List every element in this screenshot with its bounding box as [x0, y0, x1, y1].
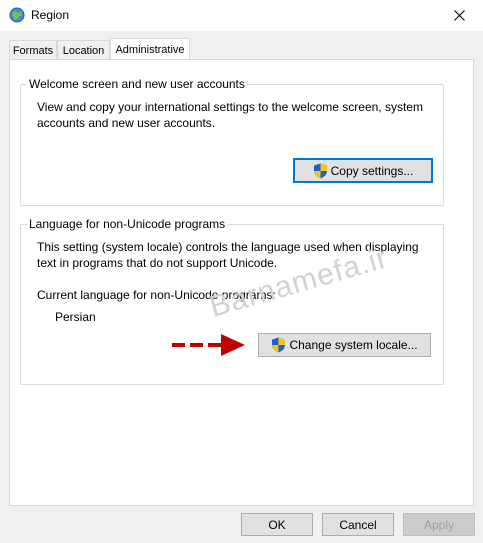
title-bar: Region — [0, 0, 483, 31]
copy-settings-button[interactable]: Copy settings... — [293, 158, 433, 183]
apply-button[interactable]: Apply — [403, 513, 475, 536]
welcome-description-line2: accounts and new user accounts. — [37, 116, 216, 130]
close-button[interactable] — [437, 0, 483, 31]
non-unicode-description-line2: text in programs that do not support Uni… — [37, 256, 278, 270]
tab-formats[interactable]: Formats — [9, 40, 57, 60]
cancel-button[interactable]: Cancel — [322, 513, 394, 536]
uac-shield-icon — [313, 163, 327, 178]
tab-location[interactable]: Location — [57, 40, 110, 60]
red-arrow-annotation — [172, 334, 245, 356]
change-system-locale-button[interactable]: Change system locale... — [258, 333, 431, 357]
current-language-value: Persian — [55, 310, 96, 324]
non-unicode-group-legend: Language for non-Unicode programs — [27, 217, 228, 231]
close-icon — [454, 10, 465, 21]
copy-settings-label: Copy settings... — [330, 163, 414, 178]
uac-shield-icon — [272, 337, 286, 353]
welcome-description-line1: View and copy your international setting… — [37, 100, 423, 114]
ok-button[interactable]: OK — [241, 513, 313, 536]
globe-icon — [9, 7, 25, 23]
change-system-locale-label: Change system locale... — [289, 338, 418, 352]
window-title: Region — [31, 8, 70, 22]
welcome-screen-group: Welcome screen and new user accounts Vie… — [20, 77, 444, 206]
tab-administrative[interactable]: Administrative — [110, 38, 190, 60]
welcome-group-legend: Welcome screen and new user accounts — [27, 77, 247, 91]
